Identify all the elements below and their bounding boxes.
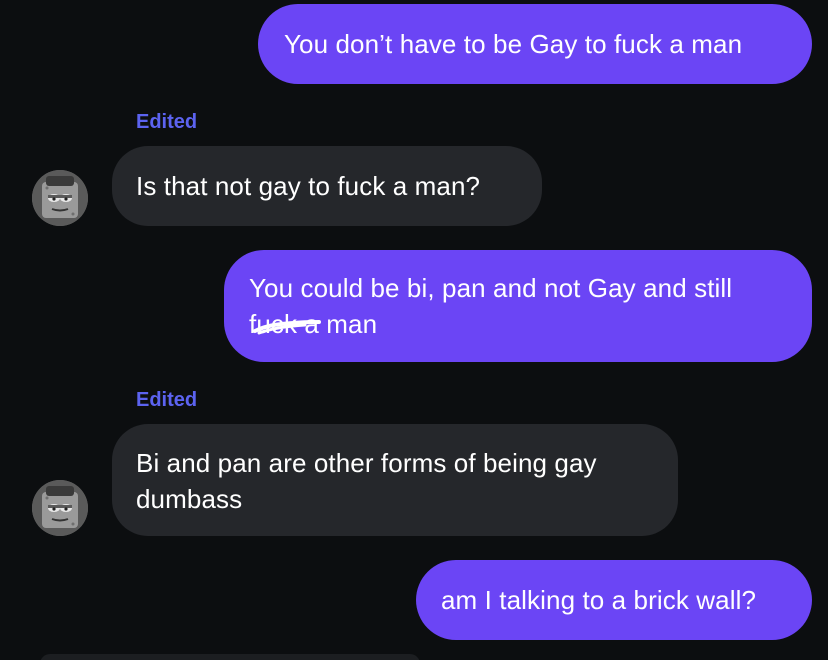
contact-avatar[interactable] [32, 480, 88, 536]
contact-avatar[interactable] [32, 170, 88, 226]
message-text: a man [297, 309, 378, 339]
redacted-word: fuck [249, 309, 298, 339]
edited-label: Edited [136, 111, 198, 133]
sent-message-bubble[interactable]: You don’t have to be Gay to fuck a man [258, 4, 812, 84]
message-text-line: fuck a man [249, 306, 812, 342]
message-text: am I talking to a brick wall? [441, 585, 757, 615]
message-text: You don’t have to be Gay to fuck a man [284, 29, 743, 59]
message-text-line: dumbass [136, 484, 243, 514]
edited-label: Edited [136, 389, 198, 411]
received-message-bubble[interactable]: Bi and pan are other forms of being gay … [112, 424, 678, 536]
sent-message-bubble[interactable]: am I talking to a brick wall? [416, 560, 812, 640]
chat-thread: You don’t have to be Gay to fuck a man E… [0, 0, 828, 660]
sponge-character-avatar-icon [32, 170, 88, 226]
sent-message-bubble[interactable]: You could be bi, pan and not Gay and sti… [224, 250, 812, 362]
sponge-character-avatar-icon [32, 480, 88, 536]
message-text-line: You could be bi, pan and not Gay and sti… [249, 273, 733, 303]
partial-message-bubble [40, 654, 420, 660]
message-text-line: Bi and pan are other forms of being gay [136, 448, 597, 478]
message-text: Is that not gay to fuck a man? [136, 171, 481, 201]
received-message-bubble[interactable]: Is that not gay to fuck a man? [112, 146, 542, 226]
